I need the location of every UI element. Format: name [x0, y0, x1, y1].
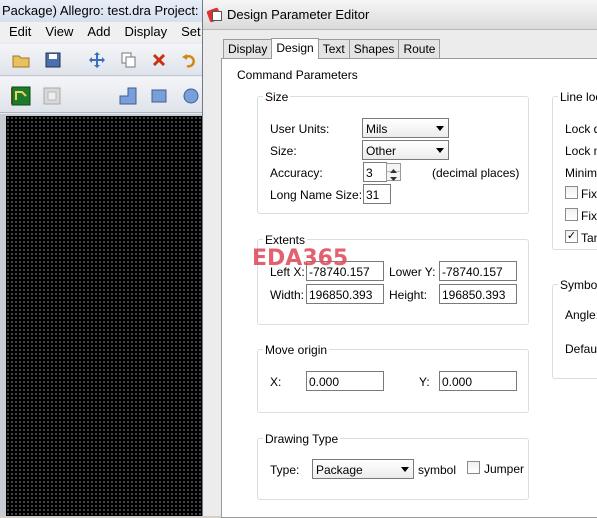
- height-input[interactable]: 196850.393: [439, 284, 517, 304]
- tangent-checkbox[interactable]: ✓: [565, 230, 578, 243]
- design-canvas[interactable]: [6, 116, 202, 516]
- lower-y-label: Lower Y:: [389, 265, 436, 279]
- spin-down-icon[interactable]: [387, 172, 400, 181]
- dialog-titlebar[interactable]: Design Parameter Editor: [203, 0, 597, 30]
- jumper-label: Jumper: [484, 462, 525, 476]
- fixed-checkbox-2[interactable]: [565, 208, 578, 221]
- line-lock-group-title: Line lock: [558, 90, 597, 104]
- delete-icon[interactable]: [148, 49, 170, 71]
- drawing-type-label: Type:: [270, 463, 300, 477]
- default-label: Default: [565, 342, 597, 356]
- inactive-icon[interactable]: [41, 85, 63, 107]
- shape-rect-icon[interactable]: [148, 85, 170, 107]
- design-tab-panel: Command Parameters Size User Units: Mils…: [221, 58, 597, 518]
- tab-shapes[interactable]: Shapes: [348, 39, 400, 58]
- long-name-size-input[interactable]: 31: [363, 184, 391, 204]
- lower-y-input[interactable]: -78740.157: [439, 261, 517, 281]
- menu-edit[interactable]: Edit: [0, 22, 37, 39]
- symbol-group-title: Symbol: [558, 278, 597, 292]
- editor-icon: [207, 7, 223, 23]
- minimum-label: Minimu: [565, 166, 597, 180]
- chevron-down-icon: [401, 467, 409, 472]
- size-group-title: Size: [263, 90, 291, 104]
- undo-icon[interactable]: [178, 49, 200, 71]
- size-value: Other: [366, 144, 397, 158]
- origin-y-label: Y:: [419, 375, 430, 389]
- copy-icon[interactable]: [118, 49, 140, 71]
- spin-up-icon[interactable]: [387, 164, 400, 173]
- command-parameters-label: Command Parameters: [237, 68, 358, 82]
- width-label: Width:: [270, 288, 305, 302]
- height-label: Height:: [389, 288, 428, 302]
- menu-add[interactable]: Add: [79, 22, 116, 39]
- dialog-title: Design Parameter Editor: [227, 7, 370, 22]
- jumper-checkbox[interactable]: [467, 461, 480, 474]
- tangent-label: Tan: [581, 231, 597, 245]
- accuracy-spinner[interactable]: [386, 163, 401, 181]
- tab-text[interactable]: Text: [317, 39, 350, 58]
- shape-circle-icon[interactable]: [180, 85, 202, 107]
- origin-y-input[interactable]: 0.000: [439, 371, 517, 391]
- accuracy-label: Accuracy:: [270, 166, 323, 180]
- tab-design[interactable]: Design: [271, 38, 319, 59]
- long-name-size-label: Long Name Size:: [270, 188, 363, 202]
- lock-mode-label: Lock m: [565, 144, 597, 158]
- user-units-select[interactable]: Mils: [362, 118, 449, 138]
- route-icon[interactable]: [10, 85, 32, 107]
- chevron-down-icon: [436, 126, 444, 131]
- user-units-label: User Units:: [270, 122, 330, 136]
- shape-poly-icon[interactable]: [117, 85, 139, 107]
- size-label: Size:: [270, 144, 297, 158]
- move-origin-group-title: Move origin: [263, 343, 330, 357]
- tab-route[interactable]: Route: [398, 39, 441, 58]
- fixed-label-1: Fixe: [581, 187, 597, 201]
- menu-display[interactable]: Display: [117, 22, 174, 39]
- watermark: EDA365: [252, 246, 349, 271]
- drawing-type-group-title: Drawing Type: [263, 432, 341, 446]
- origin-x-label: X:: [270, 375, 282, 389]
- chevron-down-icon: [436, 148, 444, 153]
- menu-view[interactable]: View: [37, 22, 79, 39]
- drawing-type-value: Package: [316, 463, 363, 477]
- lock-direction-label: Lock d: [565, 122, 597, 136]
- move-icon[interactable]: [86, 49, 108, 71]
- fixed-checkbox-1[interactable]: [565, 186, 578, 199]
- extents-group-title: Extents: [263, 233, 308, 247]
- tab-strip: Display Design Text Shapes Route: [223, 38, 441, 59]
- drawing-type-select[interactable]: Package: [312, 459, 414, 479]
- width-input[interactable]: 196850.393: [306, 284, 384, 304]
- save-icon[interactable]: [42, 49, 64, 71]
- tab-display[interactable]: Display: [223, 39, 273, 58]
- user-units-value: Mils: [366, 122, 388, 136]
- origin-x-input[interactable]: 0.000: [306, 371, 384, 391]
- open-folder-icon[interactable]: [10, 49, 32, 71]
- accuracy-input[interactable]: 3: [363, 162, 387, 182]
- accuracy-note: (decimal places): [432, 166, 520, 180]
- size-select[interactable]: Other: [362, 140, 449, 160]
- angle-label: Angle:: [565, 308, 597, 322]
- fixed-label-2: Fixe: [581, 209, 597, 223]
- symbol-group: [552, 284, 597, 379]
- symbol-label: symbol: [418, 463, 457, 477]
